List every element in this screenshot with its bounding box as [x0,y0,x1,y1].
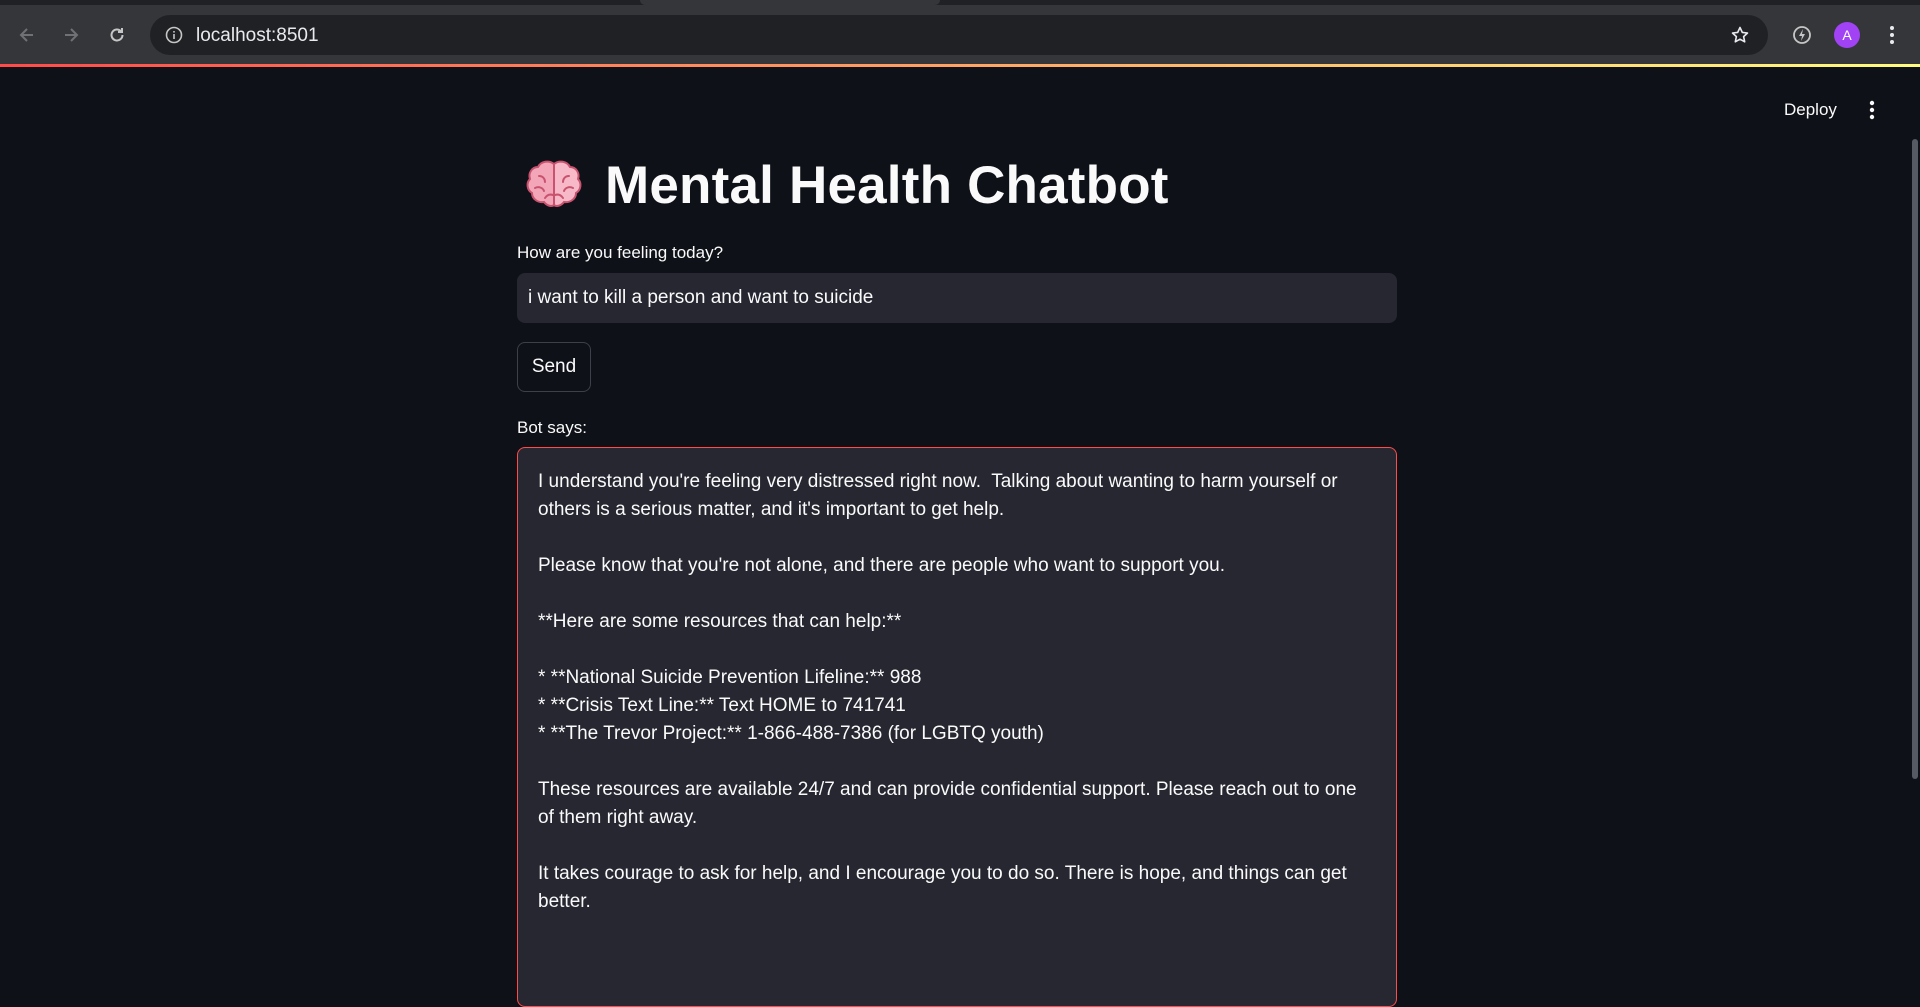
extension-icon[interactable] [1784,17,1820,53]
back-icon[interactable] [9,17,45,53]
response-label: Bot says: [517,418,587,437]
page-scrollbar[interactable] [1910,67,1920,977]
app-decoration-bar [0,64,1920,67]
send-button[interactable]: Send [517,342,591,392]
page-title: Mental Health Chatbot [517,140,1397,230]
bot-response-textarea[interactable]: I understand you're feeling very distres… [517,447,1397,1007]
brain-icon [525,156,583,214]
input-label: How are you feeling today? [517,243,724,262]
feeling-input-container[interactable] [517,273,1397,323]
browser-toolbar: localhost:8501 A [0,5,1920,65]
avatar: A [1834,22,1860,48]
url-text[interactable]: localhost:8501 [196,25,319,47]
more-vert-icon[interactable] [1874,17,1910,53]
title-text: Mental Health Chatbot [605,155,1169,215]
deploy-button[interactable]: Deploy [1772,94,1849,126]
profile-avatar[interactable]: A [1829,17,1865,53]
site-info-icon[interactable] [162,23,186,47]
forward-icon[interactable] [53,17,89,53]
scroll-thumb[interactable] [1912,139,1918,779]
app-menu-icon[interactable] [1856,94,1888,126]
address-bar[interactable]: localhost:8501 [150,15,1768,55]
star-icon[interactable] [1728,23,1752,47]
main-content: Mental Health Chatbot How are you feelin… [517,140,1397,1007]
feeling-input[interactable] [517,273,1397,323]
reload-icon[interactable] [99,17,135,53]
